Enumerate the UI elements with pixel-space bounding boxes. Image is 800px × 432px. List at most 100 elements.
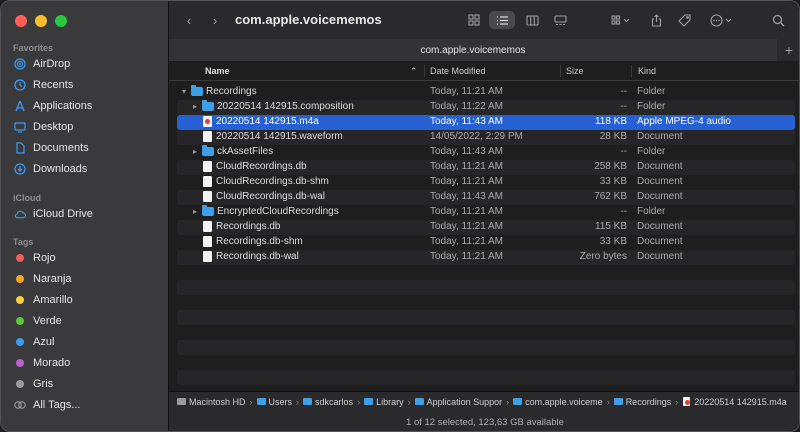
- tag-all-tags[interactable]: All Tags...: [14, 395, 164, 415]
- folder-icon: [191, 85, 203, 96]
- file-row-waveform[interactable]: 20220514 142915.waveform 14/05/2022, 2:2…: [177, 130, 795, 145]
- file-kind: Folder: [637, 86, 666, 97]
- list-view-button[interactable]: [489, 11, 515, 29]
- audio-file-icon: [203, 116, 212, 127]
- folder-icon: [202, 205, 214, 216]
- path-separator: ›: [249, 396, 253, 407]
- file-row-recordings-db[interactable]: Recordings.db Today, 11:21 AM 115 KB Doc…: [177, 220, 795, 235]
- path-item-macintosh-hd[interactable]: Macintosh HD: [177, 397, 246, 407]
- zoom-window-button[interactable]: [55, 15, 67, 27]
- gallery-view-button[interactable]: [549, 11, 571, 29]
- empty-row-stripe: [177, 370, 795, 385]
- tag-verde[interactable]: Verde: [14, 311, 164, 331]
- column-view-button[interactable]: [521, 11, 543, 29]
- column-header-name[interactable]: Name: [205, 61, 230, 81]
- forward-button[interactable]: ›: [207, 11, 223, 29]
- file-row-m4a[interactable]: 20220514 142915.m4a Today, 11:43 AM 118 …: [177, 115, 795, 130]
- column-header-date[interactable]: Date Modified: [430, 61, 486, 81]
- file-row-encryptedcloudrecordings[interactable]: ▸ EncryptedCloudRecordings Today, 11:21 …: [177, 205, 795, 220]
- file-name: Recordings: [206, 86, 257, 97]
- toolbar: ‹ › com.apple.voicememos: [169, 1, 799, 39]
- tag-label: Azul: [33, 336, 55, 348]
- path-item-library[interactable]: Library: [364, 397, 404, 407]
- search-button[interactable]: [769, 11, 787, 29]
- file-row-cloudrecordings-db-shm[interactable]: CloudRecordings.db-shm Today, 11:21 AM 3…: [177, 175, 795, 190]
- file-row-recordings[interactable]: ▾ Recordings Today, 11:21 AM -- Folder: [177, 85, 795, 100]
- path-item-m4a[interactable]: 20220514 142915.m4a: [682, 397, 787, 407]
- path-item-voicememos[interactable]: com.apple.voiceme: [513, 397, 603, 407]
- sidebar-item-recents[interactable]: Recents: [14, 75, 164, 95]
- column-header: Name ⌃ Date Modified Size Kind: [169, 61, 799, 81]
- file-size: 33 KB: [599, 236, 627, 247]
- file-size: --: [620, 146, 627, 157]
- tag-naranja[interactable]: Naranja: [14, 269, 164, 289]
- close-window-button[interactable]: [15, 15, 27, 27]
- path-item-application-support[interactable]: Application Suppor: [414, 397, 502, 407]
- file-row-composition[interactable]: ▸ 20220514 142915.composition Today, 11:…: [177, 100, 795, 115]
- file-date: Today, 11:21 AM: [430, 161, 504, 172]
- chevron-down-icon[interactable]: ▾: [180, 87, 188, 96]
- file-name: Recordings.db-wal: [216, 251, 299, 262]
- file-row-cloudrecordings-db[interactable]: CloudRecordings.db Today, 11:21 AM 258 K…: [177, 160, 795, 175]
- path-item-recordings[interactable]: Recordings: [613, 397, 671, 407]
- group-icon: [611, 14, 630, 25]
- file-name: Recordings.db-shm: [216, 236, 303, 247]
- group-by-button[interactable]: [607, 11, 635, 29]
- airdrop-icon: [14, 58, 26, 70]
- file-kind: Folder: [637, 146, 666, 157]
- sidebar-item-documents[interactable]: Documents: [14, 138, 164, 158]
- chevron-right-icon[interactable]: ▸: [191, 147, 199, 156]
- file-date: Today, 11:21 AM: [430, 251, 504, 262]
- status-bar: 1 of 12 selected, 123,63 GB available: [169, 411, 799, 431]
- column-view-icon: [525, 14, 539, 26]
- file-name: 20220514 142915.m4a: [216, 116, 319, 127]
- share-button[interactable]: [647, 11, 665, 29]
- column-header-kind[interactable]: Kind: [638, 61, 656, 81]
- file-size: --: [620, 101, 627, 112]
- tag-color-dot: [14, 315, 26, 327]
- tag-color-dot: [14, 357, 26, 369]
- action-menu-button[interactable]: [707, 11, 737, 29]
- path-separator: ›: [357, 396, 361, 407]
- tag-amarillo[interactable]: Amarillo: [14, 290, 164, 310]
- minimize-window-button[interactable]: [35, 15, 47, 27]
- sidebar-item-desktop[interactable]: Desktop: [14, 117, 164, 137]
- file-row-ckassetfiles[interactable]: ▸ ckAssetFiles Today, 11:43 AM -- Folder: [177, 145, 795, 160]
- tag-color-dot: [14, 252, 26, 264]
- file-row-recordings-db-shm[interactable]: Recordings.db-shm Today, 11:21 AM 33 KB …: [177, 235, 795, 250]
- icon-view-button[interactable]: [463, 11, 485, 29]
- path-separator: ›: [675, 396, 679, 407]
- tag-button[interactable]: [675, 11, 693, 29]
- column-divider: [631, 65, 632, 77]
- back-button[interactable]: ‹: [181, 11, 197, 29]
- chevron-right-icon[interactable]: ▸: [191, 207, 199, 216]
- window-controls: [15, 15, 67, 27]
- sidebar-item-applications[interactable]: Applications: [14, 96, 164, 116]
- file-size: 762 KB: [594, 191, 627, 202]
- file-row-cloudrecordings-db-wal[interactable]: CloudRecordings.db-wal Today, 11:43 AM 7…: [177, 190, 795, 205]
- folder-icon: [364, 398, 374, 405]
- path-separator: ›: [606, 396, 610, 407]
- plus-icon: +: [784, 42, 794, 58]
- empty-row-stripe: [177, 340, 795, 355]
- path-item-users[interactable]: Users: [256, 397, 292, 407]
- tag-rojo[interactable]: Rojo: [14, 248, 164, 268]
- column-header-size[interactable]: Size: [566, 61, 584, 81]
- icloud-section-label: iCloud: [13, 193, 41, 203]
- path-item-sdkcarlos[interactable]: sdkcarlos: [303, 397, 353, 407]
- tag-gris[interactable]: Gris: [14, 374, 164, 394]
- sidebar-item-label: iCloud Drive: [33, 208, 93, 220]
- tab-voicememos[interactable]: com.apple.voicememos: [169, 39, 777, 61]
- file-row-recordings-db-wal[interactable]: Recordings.db-wal Today, 11:21 AM Zero b…: [177, 250, 795, 265]
- sidebar: Favorites AirDrop Recents Applications D…: [1, 1, 169, 431]
- tag-morado[interactable]: Morado: [14, 353, 164, 373]
- file-size: 258 KB: [594, 161, 627, 172]
- sidebar-item-airdrop[interactable]: AirDrop: [14, 54, 164, 74]
- tag-azul[interactable]: Azul: [14, 332, 164, 352]
- chevron-right-icon[interactable]: ▸: [191, 102, 199, 111]
- file-date: 14/05/2022, 2:29 PM: [430, 131, 523, 142]
- sidebar-item-icloud-drive[interactable]: iCloud Drive: [14, 204, 164, 224]
- window-title: com.apple.voicememos: [235, 12, 382, 27]
- new-tab-button[interactable]: +: [777, 39, 799, 61]
- sidebar-item-downloads[interactable]: Downloads: [14, 159, 164, 179]
